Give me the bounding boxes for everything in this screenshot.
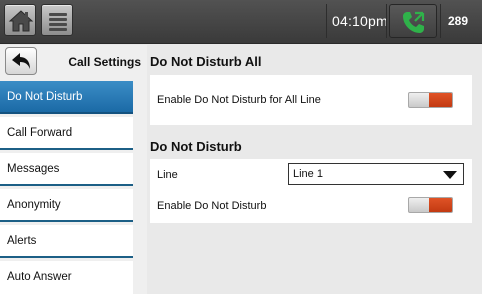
line-select[interactable]: Line 1 [288, 163, 464, 185]
dnd-toggle[interactable] [408, 197, 453, 213]
page-title: Call Settings [68, 55, 141, 69]
toggle-knob [429, 93, 452, 107]
dnd-enable-label: Enable Do Not Disturb [157, 200, 267, 212]
sidebar-item-do-not-disturb[interactable]: Do Not Disturb [0, 81, 133, 114]
sidebar-item-label: Auto Answer [7, 271, 72, 283]
divider [386, 4, 387, 38]
section-title-dnd-all: Do Not Disturb All [150, 54, 262, 69]
sidebar-item-auto-answer[interactable]: Auto Answer [0, 261, 133, 294]
section-title-dnd: Do Not Disturb [150, 139, 242, 154]
home-icon [8, 10, 34, 32]
extension-number: 289 [448, 14, 469, 28]
sidebar-header: Call Settings [0, 45, 147, 80]
sidebar-item-label: Alerts [7, 235, 37, 247]
menu-button[interactable] [41, 4, 73, 36]
sidebar: Call Settings Do Not Disturb Call Forwar… [0, 45, 147, 294]
menu-icon [49, 13, 67, 31]
home-button[interactable] [4, 4, 36, 36]
dnd-all-panel: Enable Do Not Disturb for All Line [150, 75, 472, 125]
top-bar: 04:10pm 289 [0, 0, 482, 44]
sidebar-item-label: Call Forward [7, 127, 73, 139]
phone-icon [403, 11, 425, 33]
sidebar-item-label: Anonymity [7, 199, 61, 211]
sidebar-item-messages[interactable]: Messages [0, 153, 133, 186]
settings-content: Do Not Disturb All Enable Do Not Disturb… [147, 45, 482, 294]
line-label: Line [157, 169, 178, 181]
line-select-value: Line 1 [293, 168, 323, 180]
sidebar-item-anonymity[interactable]: Anonymity [0, 189, 133, 222]
sidebar-item-label: Do Not Disturb [7, 91, 83, 103]
dnd-panel: Line Line 1 Enable Do Not Disturb [150, 159, 472, 223]
chevron-down-icon [443, 171, 457, 179]
back-button[interactable] [5, 47, 37, 75]
divider [326, 4, 327, 38]
back-arrow-icon [12, 53, 30, 69]
line-status-button[interactable] [389, 4, 437, 38]
sidebar-item-call-forward[interactable]: Call Forward [0, 117, 133, 150]
clock: 04:10pm [332, 13, 388, 29]
toggle-knob [429, 198, 452, 212]
dnd-all-label: Enable Do Not Disturb for All Line [157, 94, 321, 106]
dnd-all-toggle[interactable] [408, 92, 453, 108]
divider [440, 4, 441, 38]
sidebar-item-alerts[interactable]: Alerts [0, 225, 133, 258]
sidebar-item-label: Messages [7, 163, 60, 175]
